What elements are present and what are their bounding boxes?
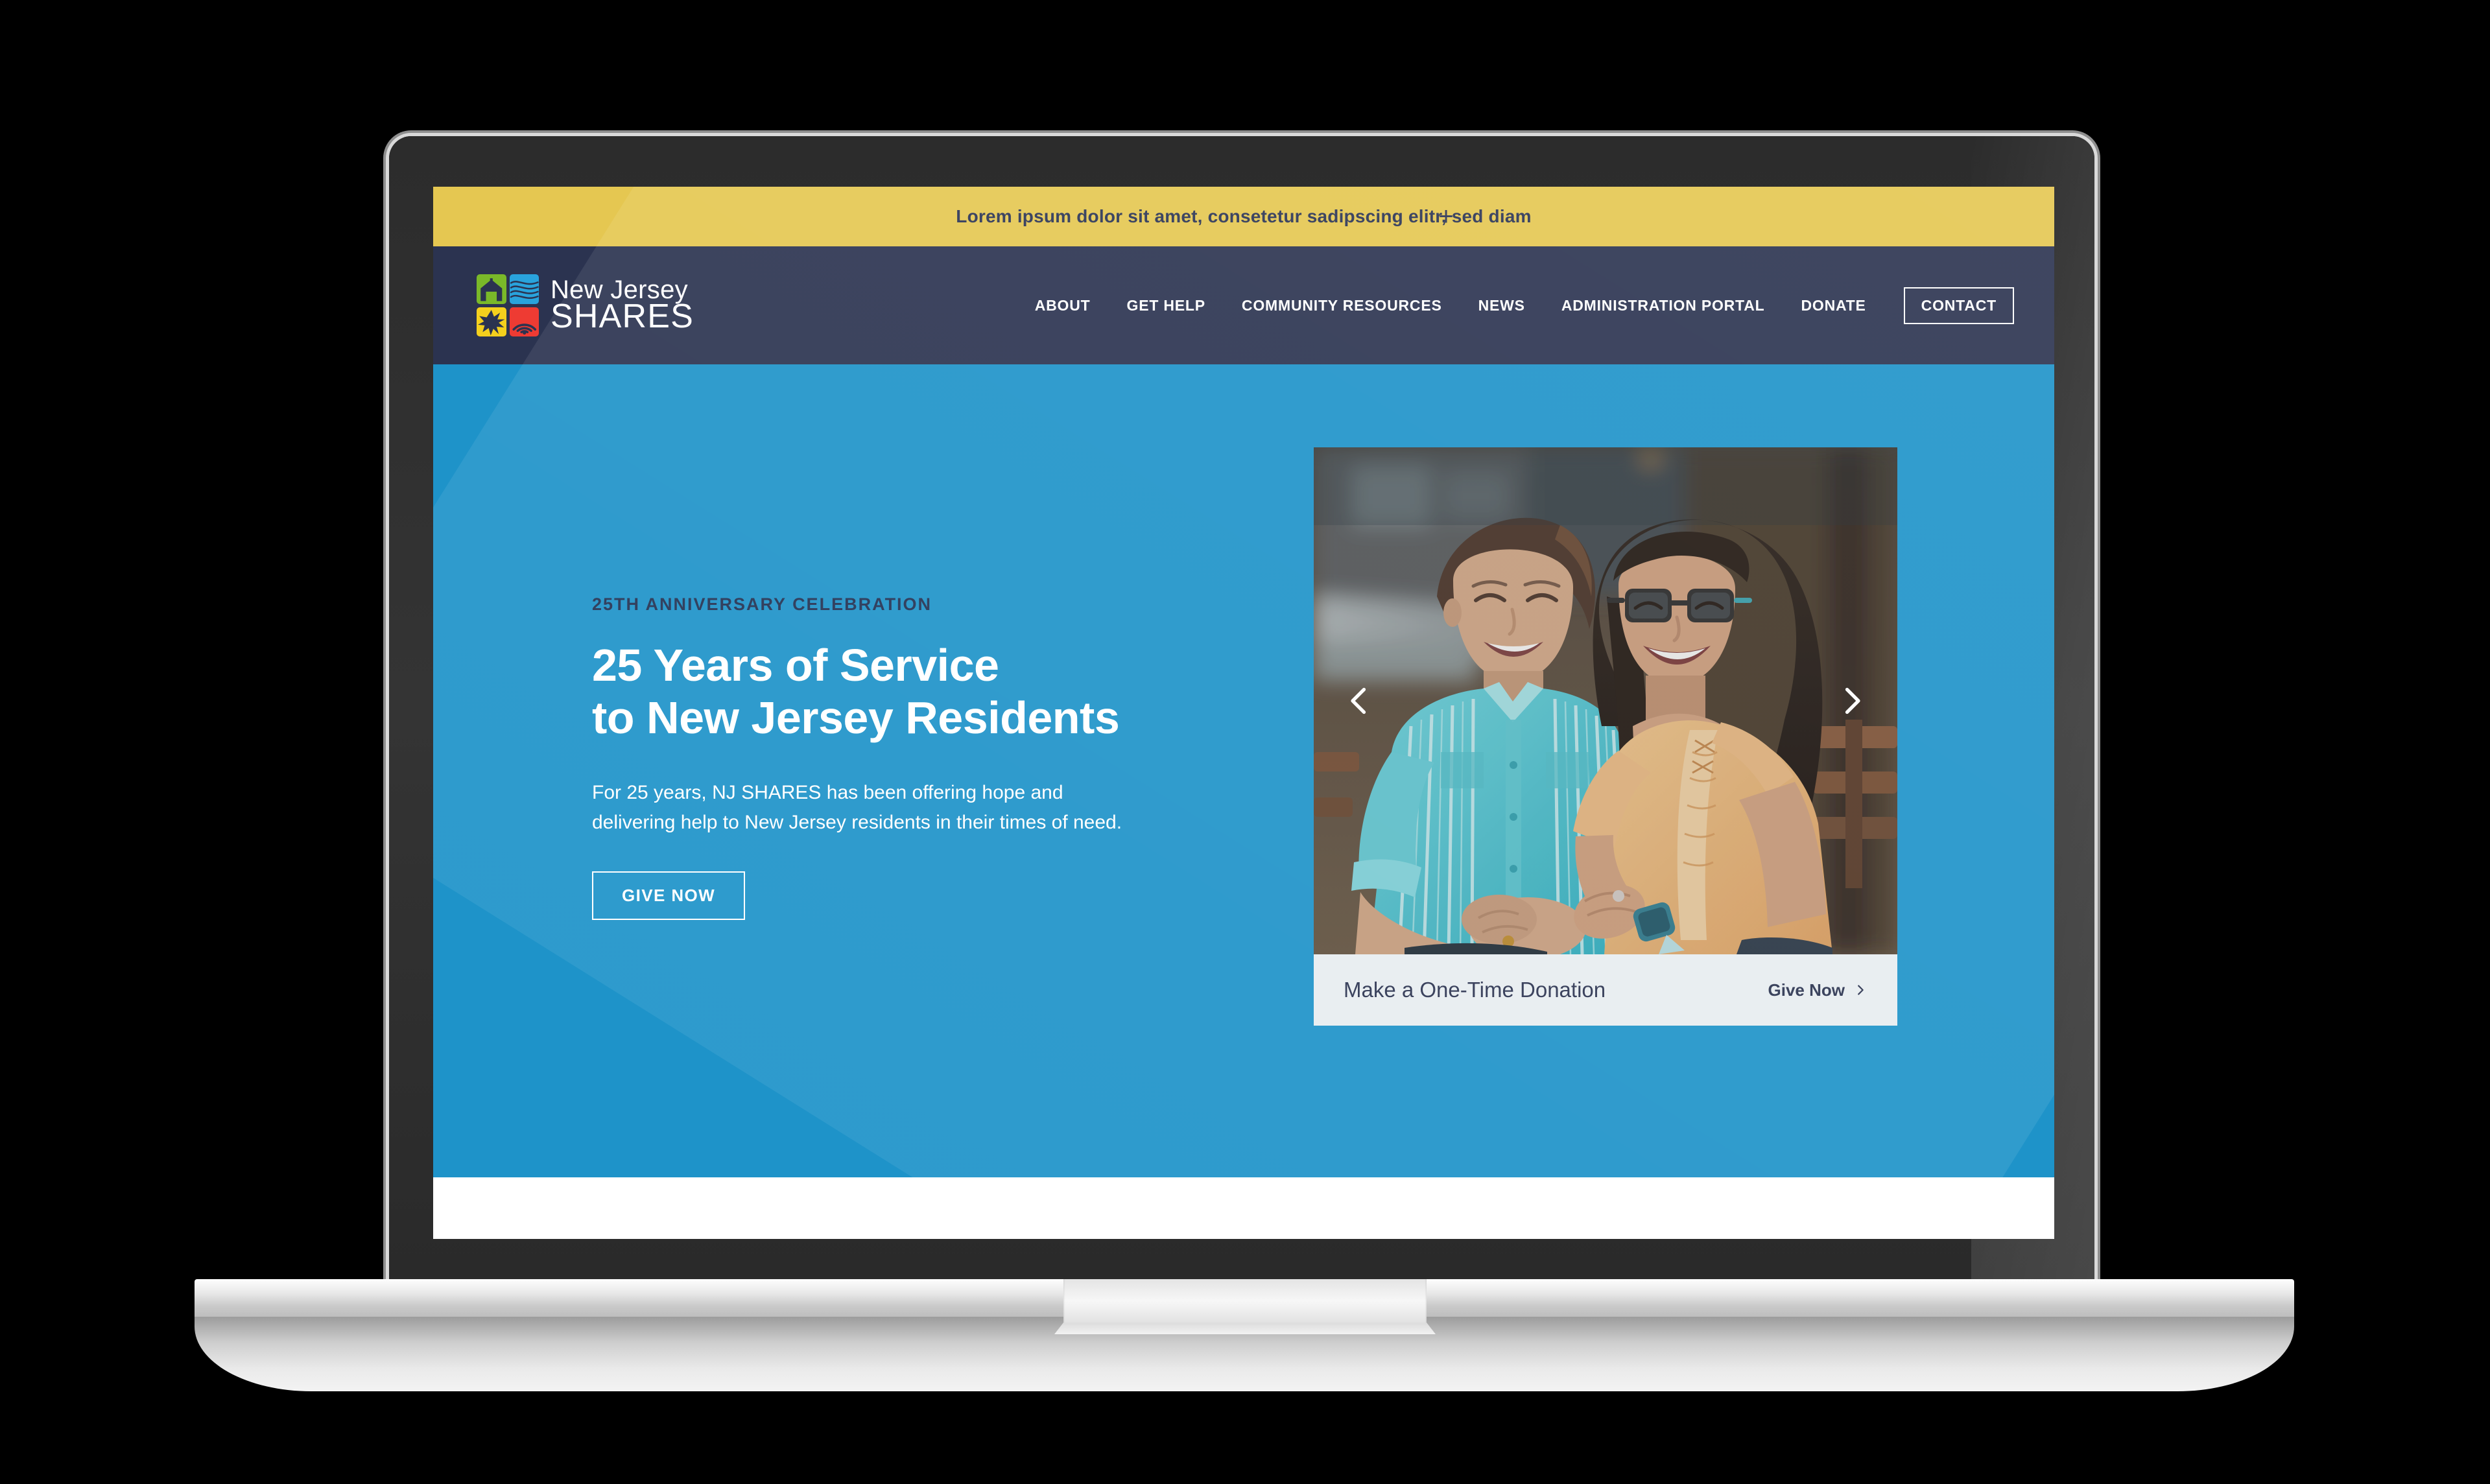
plus-icon[interactable]: + (1435, 204, 1457, 230)
hero-body-text: For 25 years, NJ SHARES has been offerin… (592, 782, 1122, 834)
logo-mark (477, 274, 539, 336)
page-title: 25 Years of Service to New Jersey Reside… (592, 639, 1279, 744)
nav-item-news[interactable]: NEWS (1478, 297, 1525, 314)
nav-item-donate[interactable]: DONATE (1801, 297, 1866, 314)
signal-icon (509, 307, 539, 336)
give-now-button[interactable]: GIVE NOW (592, 871, 746, 921)
card-give-now-label: Give Now (1768, 980, 1845, 1000)
donation-card-title: Make a One-Time Donation (1344, 978, 1606, 1002)
page-below-fold (433, 1177, 2054, 1239)
laptop-base-notch (1063, 1279, 1427, 1334)
hero-eyebrow: 25TH ANNIVERSARY CELEBRATION (592, 595, 932, 614)
waves-icon (509, 274, 539, 304)
hero-section: 25TH ANNIVERSARY CELEBRATION 25 Years of… (433, 364, 2054, 1177)
nav-item-administration-portal[interactable]: ADMINISTRATION PORTAL (1561, 297, 1765, 314)
nav-item-community-resources[interactable]: COMMUNITY RESOURCES (1242, 297, 1442, 314)
sunburst-icon (477, 307, 506, 336)
donation-card: Make a One-Time Donation Give Now (1314, 447, 1897, 1026)
carousel-photo (1314, 447, 1897, 954)
nav-item-get-help[interactable]: GET HELP (1127, 297, 1205, 314)
nav-item-about[interactable]: ABOUT (1035, 297, 1091, 314)
chevron-right-icon[interactable] (1832, 681, 1871, 720)
donation-card-bar: Make a One-Time Donation Give Now (1314, 954, 1897, 1026)
site-header: New Jersey SHARES ABOUT GET HELP COMMUNI… (433, 246, 2054, 364)
chevron-left-icon[interactable] (1340, 681, 1379, 720)
laptop-mockup-scene: Lorem ipsum dolor sit amet, consetetur s… (0, 0, 2490, 1484)
chevron-right-icon (1858, 985, 1864, 995)
hero-heading-line-1: 25 Years of Service (592, 640, 999, 690)
site-logo[interactable]: New Jersey SHARES (477, 274, 694, 336)
card-give-now-link[interactable]: Give Now (1768, 980, 1868, 1000)
contact-button[interactable]: CONTACT (1903, 287, 2014, 324)
main-navigation: ABOUT GET HELP COMMUNITY RESOURCES NEWS … (999, 287, 2054, 324)
hero-copy: 25TH ANNIVERSARY CELEBRATION 25 Years of… (592, 595, 1279, 921)
hero-heading-line-2: to New Jersey Residents (592, 692, 1120, 744)
browser-viewport: Lorem ipsum dolor sit amet, consetetur s… (433, 187, 2054, 1239)
logo-wordmark: New Jersey SHARES (551, 277, 694, 336)
announcement-bar: Lorem ipsum dolor sit amet, consetetur s… (433, 187, 2054, 246)
house-icon (477, 274, 506, 304)
logo-line-2: SHARES (551, 298, 694, 336)
